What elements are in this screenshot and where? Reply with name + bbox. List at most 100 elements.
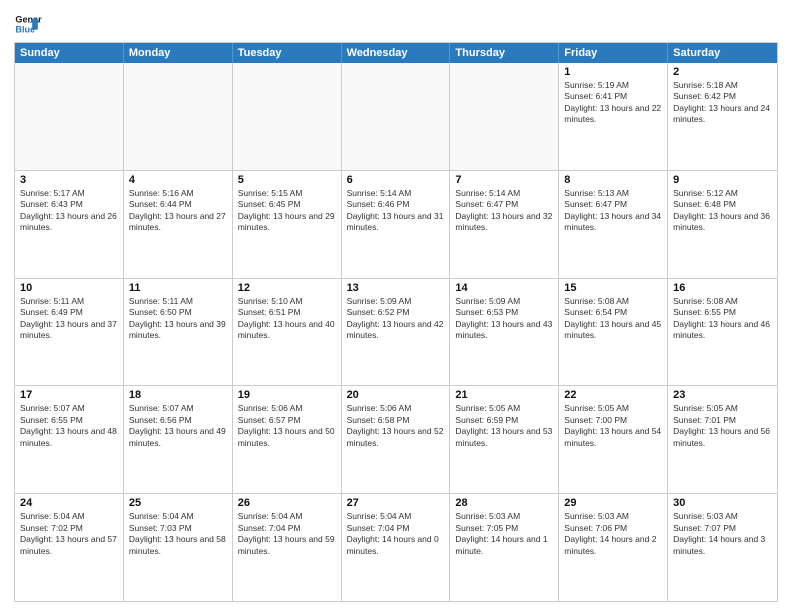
day-number: 10 [20, 282, 118, 294]
calendar-cell: 24Sunrise: 5:04 AMSunset: 7:02 PMDayligh… [15, 494, 124, 601]
day-number: 5 [238, 174, 336, 186]
day-info: Sunrise: 5:04 AMSunset: 7:04 PMDaylight:… [347, 511, 445, 557]
day-info: Sunrise: 5:04 AMSunset: 7:03 PMDaylight:… [129, 511, 227, 557]
calendar-cell [233, 63, 342, 170]
day-info: Sunrise: 5:06 AMSunset: 6:57 PMDaylight:… [238, 403, 336, 449]
calendar-cell [450, 63, 559, 170]
weekday-header: Sunday [15, 43, 124, 63]
weekday-header: Monday [124, 43, 233, 63]
day-number: 29 [564, 497, 662, 509]
day-info: Sunrise: 5:12 AMSunset: 6:48 PMDaylight:… [673, 188, 772, 234]
day-info: Sunrise: 5:05 AMSunset: 6:59 PMDaylight:… [455, 403, 553, 449]
calendar-cell: 9 Sunrise: 5:12 AMSunset: 6:48 PMDaylight… [668, 171, 777, 278]
day-info: Sunrise: 5:07 AMSunset: 6:56 PMDaylight:… [129, 403, 227, 449]
calendar-cell: 19 Sunrise: 5:06 AMSunset: 6:57 PMDayligh… [233, 386, 342, 493]
day-number: 2 [673, 66, 772, 78]
day-number: 7 [455, 174, 553, 186]
calendar-row: 3Sunrise: 5:17 AMSunset: 6:43 PMDaylight… [15, 170, 777, 278]
day-info: Sunrise: 5:03 AMSunset: 7:05 PMDaylight:… [455, 511, 553, 557]
calendar-cell: 21Sunrise: 5:05 AMSunset: 6:59 PMDayligh… [450, 386, 559, 493]
calendar-cell: 23 Sunrise: 5:05 AMSunset: 7:01 PMDayligh… [668, 386, 777, 493]
calendar-cell: 6Sunrise: 5:14 AMSunset: 6:46 PMDaylight… [342, 171, 451, 278]
calendar-cell: 17 Sunrise: 5:07 AMSunset: 6:55 PMDayligh… [15, 386, 124, 493]
day-number: 23 [673, 389, 772, 401]
calendar-cell: 8Sunrise: 5:13 AMSunset: 6:47 PMDaylight… [559, 171, 668, 278]
day-number: 4 [129, 174, 227, 186]
calendar-row: 10Sunrise: 5:11 AMSunset: 6:49 PMDayligh… [15, 278, 777, 386]
calendar-row: 1Sunrise: 5:19 AMSunset: 6:41 PMDaylight… [15, 63, 777, 170]
calendar-cell: 13 Sunrise: 5:09 AMSunset: 6:52 PMDayligh… [342, 279, 451, 386]
calendar-cell: 22Sunrise: 5:05 AMSunset: 7:00 PMDayligh… [559, 386, 668, 493]
day-number: 1 [564, 66, 662, 78]
header: General Blue [14, 10, 778, 38]
day-number: 26 [238, 497, 336, 509]
calendar-cell: 1Sunrise: 5:19 AMSunset: 6:41 PMDaylight… [559, 63, 668, 170]
day-number: 20 [347, 389, 445, 401]
calendar-cell: 5 Sunrise: 5:15 AMSunset: 6:45 PMDaylight… [233, 171, 342, 278]
calendar: SundayMondayTuesdayWednesdayThursdayFrid… [14, 42, 778, 602]
day-info: Sunrise: 5:13 AMSunset: 6:47 PMDaylight:… [564, 188, 662, 234]
calendar-cell: 15Sunrise: 5:08 AMSunset: 6:54 PMDayligh… [559, 279, 668, 386]
day-info: Sunrise: 5:05 AMSunset: 7:01 PMDaylight:… [673, 403, 772, 449]
calendar-cell: 12 Sunrise: 5:10 AMSunset: 6:51 PMDayligh… [233, 279, 342, 386]
day-number: 9 [673, 174, 772, 186]
weekday-header: Wednesday [342, 43, 451, 63]
svg-text:Blue: Blue [15, 24, 35, 34]
calendar-body: 1Sunrise: 5:19 AMSunset: 6:41 PMDaylight… [15, 63, 777, 601]
calendar-cell: 20 Sunrise: 5:06 AMSunset: 6:58 PMDayligh… [342, 386, 451, 493]
day-number: 19 [238, 389, 336, 401]
day-number: 22 [564, 389, 662, 401]
day-number: 11 [129, 282, 227, 294]
calendar-header: SundayMondayTuesdayWednesdayThursdayFrid… [15, 43, 777, 63]
day-info: Sunrise: 5:03 AMSunset: 7:06 PMDaylight:… [564, 511, 662, 557]
day-number: 16 [673, 282, 772, 294]
day-number: 24 [20, 497, 118, 509]
day-number: 6 [347, 174, 445, 186]
calendar-cell: 28 Sunrise: 5:03 AMSunset: 7:05 PMDayligh… [450, 494, 559, 601]
day-number: 13 [347, 282, 445, 294]
day-number: 25 [129, 497, 227, 509]
calendar-cell: 2 Sunrise: 5:18 AMSunset: 6:42 PMDaylight… [668, 63, 777, 170]
day-info: Sunrise: 5:09 AMSunset: 6:53 PMDaylight:… [455, 296, 553, 342]
day-number: 17 [20, 389, 118, 401]
calendar-cell: 7 Sunrise: 5:14 AMSunset: 6:47 PMDaylight… [450, 171, 559, 278]
day-number: 18 [129, 389, 227, 401]
day-info: Sunrise: 5:10 AMSunset: 6:51 PMDaylight:… [238, 296, 336, 342]
day-number: 28 [455, 497, 553, 509]
svg-text:General: General [15, 15, 42, 25]
calendar-cell: 25 Sunrise: 5:04 AMSunset: 7:03 PMDayligh… [124, 494, 233, 601]
weekday-header: Tuesday [233, 43, 342, 63]
day-info: Sunrise: 5:06 AMSunset: 6:58 PMDaylight:… [347, 403, 445, 449]
day-info: Sunrise: 5:07 AMSunset: 6:55 PMDaylight:… [20, 403, 118, 449]
calendar-row: 17 Sunrise: 5:07 AMSunset: 6:55 PMDayligh… [15, 385, 777, 493]
logo-icon: General Blue [14, 10, 42, 38]
day-info: Sunrise: 5:08 AMSunset: 6:55 PMDaylight:… [673, 296, 772, 342]
day-info: Sunrise: 5:09 AMSunset: 6:52 PMDaylight:… [347, 296, 445, 342]
weekday-header: Thursday [450, 43, 559, 63]
calendar-cell: 10Sunrise: 5:11 AMSunset: 6:49 PMDayligh… [15, 279, 124, 386]
logo: General Blue [14, 10, 42, 38]
weekday-header: Friday [559, 43, 668, 63]
day-number: 30 [673, 497, 772, 509]
calendar-row: 24Sunrise: 5:04 AMSunset: 7:02 PMDayligh… [15, 493, 777, 601]
day-number: 14 [455, 282, 553, 294]
calendar-cell [15, 63, 124, 170]
weekday-header: Saturday [668, 43, 777, 63]
page: General Blue SundayMondayTuesdayWednesda… [0, 0, 792, 612]
calendar-cell: 14 Sunrise: 5:09 AMSunset: 6:53 PMDayligh… [450, 279, 559, 386]
calendar-cell [124, 63, 233, 170]
calendar-cell: 3Sunrise: 5:17 AMSunset: 6:43 PMDaylight… [15, 171, 124, 278]
day-info: Sunrise: 5:11 AMSunset: 6:50 PMDaylight:… [129, 296, 227, 342]
day-info: Sunrise: 5:15 AMSunset: 6:45 PMDaylight:… [238, 188, 336, 234]
day-info: Sunrise: 5:16 AMSunset: 6:44 PMDaylight:… [129, 188, 227, 234]
calendar-cell: 16 Sunrise: 5:08 AMSunset: 6:55 PMDayligh… [668, 279, 777, 386]
calendar-cell: 11 Sunrise: 5:11 AMSunset: 6:50 PMDayligh… [124, 279, 233, 386]
day-info: Sunrise: 5:18 AMSunset: 6:42 PMDaylight:… [673, 80, 772, 126]
calendar-cell: 30Sunrise: 5:03 AMSunset: 7:07 PMDayligh… [668, 494, 777, 601]
calendar-cell: 29 Sunrise: 5:03 AMSunset: 7:06 PMDayligh… [559, 494, 668, 601]
calendar-cell: 18 Sunrise: 5:07 AMSunset: 6:56 PMDayligh… [124, 386, 233, 493]
calendar-cell [342, 63, 451, 170]
day-info: Sunrise: 5:14 AMSunset: 6:47 PMDaylight:… [455, 188, 553, 234]
day-info: Sunrise: 5:17 AMSunset: 6:43 PMDaylight:… [20, 188, 118, 234]
day-number: 12 [238, 282, 336, 294]
